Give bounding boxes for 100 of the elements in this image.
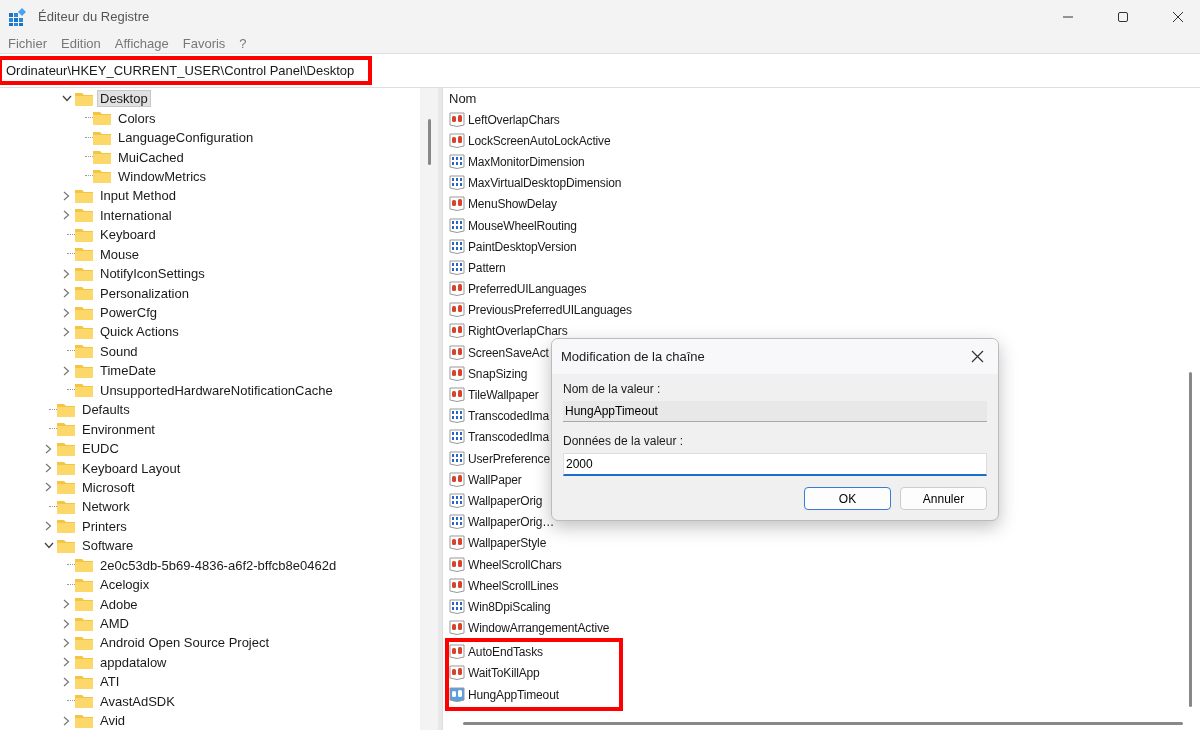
value-name[interactable]: UserPreference (468, 451, 550, 466)
value-name[interactable]: Win8DpiScaling (468, 599, 551, 614)
value-name[interactable]: TileWallpaper (468, 388, 539, 403)
expand-icon[interactable] (63, 210, 70, 221)
expand-icon[interactable] (63, 268, 70, 279)
menu-item[interactable]: ? (239, 35, 247, 51)
value-name[interactable]: MaxVirtualDesktopDimension (468, 176, 622, 191)
tree-item[interactable]: Personalization (97, 284, 192, 302)
tree-item[interactable]: ATI (97, 673, 123, 691)
tree-item[interactable]: Keyboard (97, 226, 159, 244)
ok-button[interactable]: OK (804, 487, 891, 510)
tree-item[interactable]: Microsoft (79, 478, 138, 496)
value-data-field[interactable]: 2000 (563, 453, 987, 476)
value-name[interactable]: PaintDesktopVersion (468, 239, 577, 254)
tree-item[interactable]: Keyboard Layout (79, 459, 184, 477)
expand-icon[interactable] (63, 715, 70, 726)
tree-item[interactable]: appdatalow (97, 653, 170, 671)
tree-item[interactable]: Software (79, 537, 137, 555)
value-name[interactable]: TranscodedIma (468, 430, 549, 445)
tree-item[interactable]: PowerCfg (97, 304, 161, 322)
expand-icon[interactable] (63, 365, 70, 376)
value-name[interactable]: WallpaperStyle (468, 536, 547, 551)
expand-icon[interactable] (45, 463, 52, 474)
tree-item[interactable]: Input Method (97, 187, 179, 205)
tree-item[interactable]: TimeDate (97, 362, 159, 380)
collapse-icon[interactable] (61, 95, 72, 103)
expand-icon[interactable] (63, 618, 70, 629)
collapse-icon[interactable] (43, 542, 54, 550)
menu-item[interactable]: Fichier (8, 35, 47, 51)
tree-item[interactable]: 2e0c53db-5b69-4836-a6f2-bffcb8e0462d (97, 556, 340, 574)
tree-item[interactable]: MuiCached (115, 148, 187, 166)
column-header[interactable]: Nom (443, 88, 1200, 109)
tree-item[interactable]: NotifyIconSettings (97, 265, 208, 283)
menu-item[interactable]: Affichage (114, 35, 169, 51)
folder-icon (75, 305, 93, 320)
value-name[interactable]: PreviousPreferredUILanguages (468, 303, 632, 318)
tree-item[interactable]: Quick Actions (97, 323, 182, 341)
expand-icon[interactable] (63, 307, 70, 318)
value-name[interactable]: SnapSizing (468, 366, 528, 381)
value-name[interactable]: MaxMonitorDimension (468, 154, 585, 169)
scrollbar-thumb[interactable] (427, 119, 431, 165)
scrollbar-thumb[interactable] (463, 721, 1183, 725)
tree-item[interactable]: UnsupportedHardwareNotificationCache (97, 381, 336, 399)
tree-item[interactable]: Desktop (97, 90, 151, 108)
cancel-button[interactable]: Annuler (900, 487, 987, 510)
value-name[interactable]: AutoEndTasks (468, 645, 543, 660)
expand-icon[interactable] (63, 326, 70, 337)
address-bar[interactable]: Ordinateur\HKEY_CURRENT_USER\Control Panel\Desktop (0, 56, 373, 85)
value-name[interactable]: WheelScrollChars (468, 557, 562, 572)
menu-item[interactable]: Favoris (182, 35, 226, 51)
value-name[interactable]: LockScreenAutoLockActive (468, 133, 611, 148)
tree-item[interactable]: LanguageConfiguration (115, 129, 257, 147)
value-name[interactable]: HungAppTimeout (468, 687, 559, 702)
maximize-icon[interactable] (1117, 10, 1129, 23)
tree-item[interactable]: Sound (97, 342, 141, 360)
close-icon[interactable] (971, 350, 984, 363)
tree-item[interactable]: AMD (97, 615, 132, 633)
tree-item[interactable]: Defaults (79, 401, 133, 419)
value-name[interactable]: WallPaper (468, 472, 522, 487)
tree-item[interactable]: Printers (79, 517, 130, 535)
tree-item[interactable]: Avid (97, 712, 129, 730)
menu-item[interactable]: Edition (61, 35, 101, 51)
value-name[interactable]: Pattern (468, 260, 506, 275)
tree-item[interactable]: International (97, 206, 175, 224)
value-name[interactable]: MenuShowDelay (468, 197, 557, 212)
value-name[interactable]: PreferredUILanguages (468, 282, 587, 297)
value-name[interactable]: WaitToKillApp (468, 666, 540, 681)
value-name[interactable]: LeftOverlapChars (468, 112, 560, 127)
tree-item[interactable]: Colors (115, 109, 159, 127)
value-name-field[interactable]: HungAppTimeout (563, 401, 987, 422)
tree-item[interactable]: Android Open Source Project (97, 634, 273, 652)
expand-icon[interactable] (63, 657, 70, 668)
field-label: Données de la valeur : (563, 434, 685, 448)
value-name[interactable]: WheelScrollLines (468, 578, 559, 593)
expand-icon[interactable] (45, 521, 52, 532)
tree-item[interactable]: Network (79, 498, 133, 516)
value-name[interactable]: RightOverlapChars (468, 324, 568, 339)
folder-icon (75, 694, 93, 709)
tree-item[interactable]: Mouse (97, 245, 143, 263)
tree-item[interactable]: Environment (79, 420, 158, 438)
value-name[interactable]: MouseWheelRouting (468, 218, 577, 233)
expand-icon[interactable] (63, 676, 70, 687)
expand-icon[interactable] (63, 637, 70, 648)
scrollbar-thumb[interactable] (1189, 372, 1192, 707)
expand-icon[interactable] (63, 599, 70, 610)
expand-icon[interactable] (45, 482, 52, 493)
tree-item[interactable]: WindowMetrics (115, 167, 210, 185)
tree-item[interactable]: Acelogix (97, 576, 153, 594)
tree-item[interactable]: AvastAdSDK (97, 692, 178, 710)
expand-icon[interactable] (63, 190, 70, 201)
close-icon[interactable] (1172, 10, 1184, 23)
tree-item[interactable]: Adobe (97, 595, 141, 613)
value-name[interactable]: ScreenSaveAct (468, 345, 549, 360)
value-name[interactable]: TranscodedIma (468, 409, 549, 424)
expand-icon[interactable] (45, 443, 52, 454)
tree-item[interactable]: EUDC (79, 440, 122, 458)
expand-icon[interactable] (63, 288, 70, 299)
value-name[interactable]: WallpaperOrig (468, 493, 543, 508)
value-name[interactable]: WallpaperOrig… (468, 515, 555, 530)
value-name[interactable]: WindowArrangementActive (468, 621, 610, 636)
